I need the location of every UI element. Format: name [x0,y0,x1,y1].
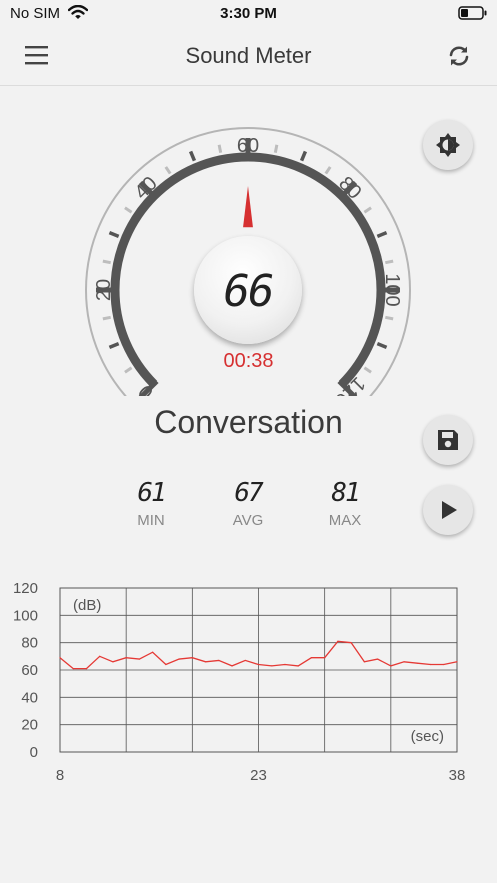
play-button[interactable] [423,485,473,535]
save-button[interactable] [423,415,473,465]
db-data-point [416,662,418,664]
db-data-point [125,657,127,659]
gauge-scale-label: 20 [93,279,115,301]
db-data-point [403,661,405,663]
gauge-minor-tick [124,206,133,214]
y-tick-label: 100 [13,607,38,624]
gauge-minor-tick [102,315,111,321]
stat-max-value: 81 [331,478,360,508]
stat-min: 61 MIN [111,478,191,529]
db-data-point [284,663,286,666]
y-tick-label: 80 [21,635,38,652]
status-time: 3:30 PM [220,5,277,22]
db-data-point [59,657,61,659]
stat-max: 81 MAX [305,478,385,529]
db-data-point [165,663,167,666]
db-data-point [271,665,273,667]
gauge-mid-tick [108,341,120,350]
db-data-point [429,663,432,666]
db-data-point [244,659,246,662]
x-tick-label: 8 [56,767,64,784]
db-data-point [310,657,313,659]
gauge-mid-tick [376,341,388,350]
gauge-minor-tick [217,144,223,153]
y-tick-label: 20 [21,717,38,734]
gauge-minor-tick [273,144,279,153]
x-tick-label: 38 [449,767,466,784]
elapsed-timer: 00:38 [223,350,274,372]
stat-min-label: MIN [137,512,165,529]
gauge-minor-tick [363,206,372,214]
y-tick-label: 120 [13,580,38,597]
db-data-point [99,655,101,657]
stat-min-value: 61 [137,478,166,508]
y-tick-label: 40 [21,689,38,706]
y-tick-label: 0 [30,744,38,761]
x-axis-label: (sec) [411,728,444,745]
stat-max-label: MAX [328,512,362,529]
sound-level-gauge: 0 20 40 60 80 100 120 66 00:38 [0,86,497,396]
y-tick-label: 60 [21,662,38,679]
gauge-minor-tick [385,259,394,265]
db-data-point [191,657,193,659]
db-data-point [297,665,299,667]
db-data-point [178,658,180,660]
nav-bar: Sound Meter [0,28,497,86]
play-icon [442,501,457,519]
status-bar: No SIM 3:30 PM [0,0,497,28]
db-data-point [85,668,88,670]
battery-icon [458,6,488,24]
gauge-minor-tick [164,166,172,175]
db-data-point [231,665,233,667]
db-data-point [257,663,260,666]
y-axis-label: (dB) [73,597,101,614]
stat-avg-value: 67 [234,478,263,508]
gauge-scale-label: 60 [237,135,259,157]
db-data-point [456,661,458,663]
db-data-point [112,661,114,663]
db-history-chart: 0 20 40 60 80 100 120 8 23 38 (dB) (sec) [0,572,497,792]
save-icon [438,430,458,450]
gauge-minor-tick [102,259,111,265]
db-data-point [377,658,379,660]
db-data-point [138,658,140,660]
chart-plot: 0 20 40 60 80 100 120 8 23 38 (dB) (sec) [13,580,466,784]
gauge-minor-tick [324,166,332,175]
x-tick-label: 23 [250,767,267,784]
gauge-minor-tick [385,315,394,321]
stat-avg-label: AVG [232,512,264,529]
db-data-point [152,651,154,653]
db-data-point [218,659,220,662]
db-data-point [324,657,326,659]
db-data-point [72,668,74,670]
db-data-point [443,663,445,666]
page-title: Sound Meter [185,43,312,68]
db-data-point [337,640,339,642]
gauge-scale-label: 100 [381,273,403,306]
gauge-mid-tick [108,230,120,239]
db-data-point [363,661,365,663]
stat-avg: 67 AVG [208,478,288,529]
current-db-value: 66 [223,266,275,317]
refresh-icon[interactable] [444,41,474,71]
gauge-mid-tick [188,150,197,162]
gauge-mid-tick [376,230,388,239]
db-data-point [350,642,352,644]
db-data-point [204,661,207,663]
gauge-mid-tick [299,150,308,162]
gauge-needle [243,186,253,228]
db-data-point [390,665,392,667]
